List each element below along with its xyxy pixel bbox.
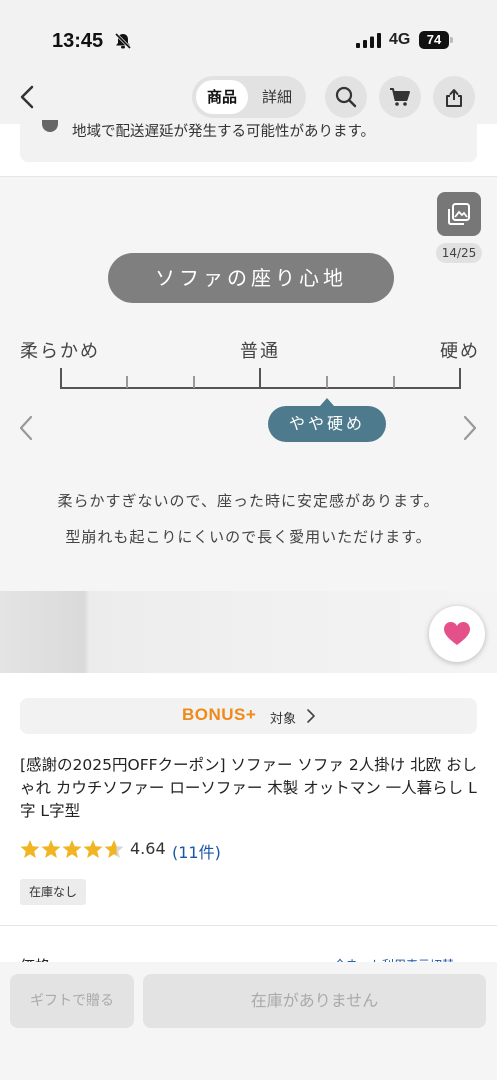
share-icon bbox=[446, 89, 462, 107]
review-count-link[interactable]: (11件) bbox=[172, 839, 221, 863]
bonus-label: 対象 bbox=[270, 712, 297, 727]
chevron-right-icon bbox=[307, 709, 315, 723]
search-button[interactable] bbox=[325, 76, 367, 118]
add-to-cart-button[interactable]: 在庫がありません bbox=[143, 974, 486, 1028]
scale-tick bbox=[459, 368, 461, 389]
cart-icon bbox=[390, 88, 410, 106]
image-gallery-icon bbox=[448, 203, 470, 225]
battery-level: 74 bbox=[419, 31, 449, 49]
signal-icon bbox=[356, 33, 381, 48]
scale-tick bbox=[326, 376, 328, 388]
stock-status-badge: 在庫なし bbox=[20, 879, 86, 905]
heart-icon bbox=[444, 622, 470, 645]
scale-tick bbox=[193, 376, 195, 388]
rating-value: 4.64 bbox=[130, 839, 166, 858]
scale-tick bbox=[60, 368, 62, 389]
bonus-logo: BONUS+ bbox=[182, 705, 257, 724]
next-image-icon[interactable] bbox=[460, 413, 480, 443]
star-rating-icon bbox=[20, 840, 124, 858]
share-button[interactable] bbox=[433, 76, 475, 118]
favorite-button[interactable] bbox=[429, 606, 485, 662]
gift-button[interactable]: ギフトで贈る bbox=[10, 974, 134, 1028]
tab-product[interactable]: 商品 bbox=[196, 80, 248, 114]
battery-cap bbox=[450, 37, 453, 43]
tab-details[interactable]: 詳細 bbox=[252, 80, 302, 114]
bell-off-icon bbox=[114, 33, 132, 49]
comfort-marker-pointer bbox=[320, 398, 334, 406]
notice-text: 地域で配送遅延が発生する可能性があります。 bbox=[72, 124, 376, 140]
prev-image-icon[interactable] bbox=[16, 413, 36, 443]
nav-bar: 商品 詳細 bbox=[0, 70, 497, 124]
bottom-action-bar: ギフトで贈る 在庫がありません bbox=[0, 962, 497, 1080]
scale-tick bbox=[126, 376, 128, 388]
scale-label-soft: 柔らかめ bbox=[20, 341, 100, 362]
back-icon[interactable] bbox=[14, 80, 42, 114]
scale-label-firm: 硬め bbox=[440, 341, 480, 362]
scale-label-normal: 普通 bbox=[240, 341, 280, 362]
comfort-description-2: 型崩れも起こりにくいので長く愛用いただけます。 bbox=[65, 528, 432, 546]
image-counter: 14/25 bbox=[436, 243, 482, 263]
comfort-marker: やや硬め bbox=[268, 406, 386, 442]
bonus-banner[interactable]: BONUS+ 対象 bbox=[20, 698, 477, 734]
scale-tick bbox=[259, 368, 261, 389]
network-type: 4G bbox=[389, 31, 411, 48]
product-photo-strip bbox=[0, 591, 497, 673]
comfort-description-1: 柔らかすぎないので、座った時に安定感があります。 bbox=[57, 492, 440, 510]
cart-button[interactable] bbox=[379, 76, 421, 118]
scale-tick bbox=[393, 376, 395, 388]
status-bar: 13:45 4G 74 bbox=[0, 0, 497, 70]
notice-box: 地域で配送遅延が発生する可能性があります。 bbox=[20, 120, 477, 162]
tab-switcher: 商品 詳細 bbox=[192, 76, 306, 118]
info-icon bbox=[42, 120, 58, 132]
comfort-title: ソファの座り心地 bbox=[108, 253, 394, 303]
gallery-button[interactable] bbox=[437, 192, 481, 236]
divider bbox=[0, 925, 497, 926]
search-icon bbox=[335, 86, 357, 108]
delivery-notice: 地域で配送遅延が発生する可能性があります。 bbox=[0, 120, 497, 178]
product-image-gallery[interactable]: 14/25 ソファの座り心地 柔らかめ 普通 硬め やや硬め 柔らかすぎないので… bbox=[0, 177, 497, 591]
status-time: 13:45 bbox=[52, 30, 104, 52]
product-title: [感謝の2025円OFFクーポン] ソファー ソファ 2人掛け 北欧 おしゃれ … bbox=[20, 756, 478, 820]
